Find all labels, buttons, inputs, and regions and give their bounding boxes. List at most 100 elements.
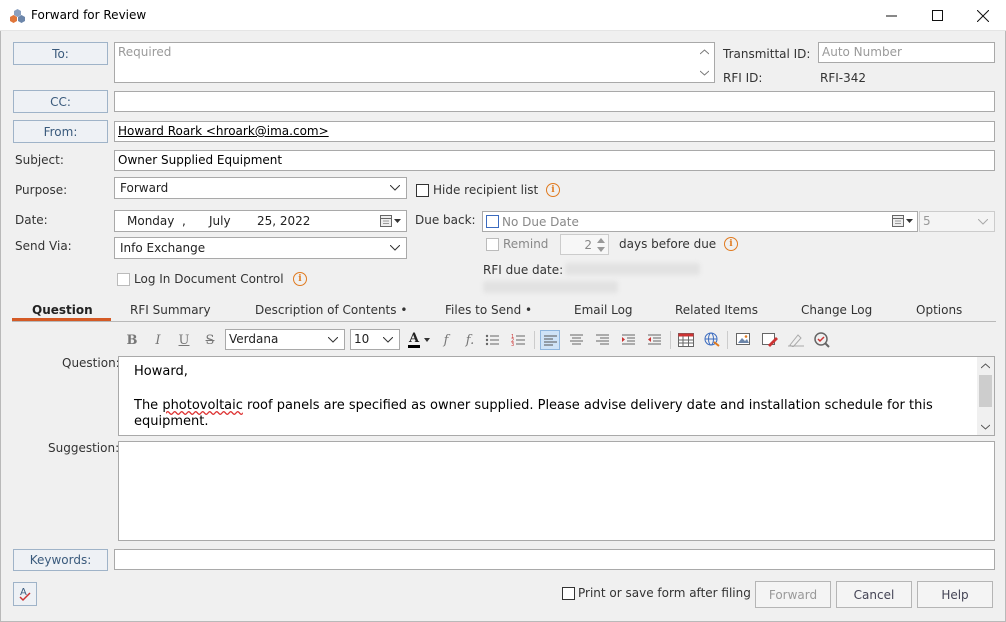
scroll-down-icon[interactable] [981, 424, 990, 430]
hide-recipient-checkbox[interactable] [416, 184, 429, 197]
suggestion-label: Suggestion: [48, 441, 120, 455]
cc-button[interactable]: CC: [13, 90, 108, 113]
tab-files-to-send[interactable]: Files to Send • [445, 303, 532, 317]
tab-rfi-summary[interactable]: RFI Summary [130, 303, 211, 317]
bullet-list-icon[interactable] [485, 333, 499, 347]
scroll-down-icon[interactable] [700, 70, 709, 76]
calendar-icon[interactable] [380, 215, 392, 227]
date-label: Date: [15, 213, 48, 227]
cancel-button[interactable]: Cancel [836, 581, 912, 608]
font-color-icon[interactable]: A [405, 331, 423, 349]
italic-icon[interactable]: I [149, 331, 167, 349]
print-save-checkbox[interactable] [562, 587, 575, 600]
date-weekday: Monday [127, 214, 175, 228]
purpose-value: Forward [120, 181, 169, 195]
info-icon[interactable]: i [546, 183, 560, 197]
calendar-icon[interactable] [892, 215, 904, 227]
from-field[interactable]: Howard Roark <hroark@ima.com> [114, 121, 995, 142]
tab-email-log[interactable]: Email Log [574, 303, 633, 317]
tab-options[interactable]: Options [916, 303, 962, 317]
tab-question[interactable]: Question [32, 303, 93, 317]
spell-check-icon: A [19, 587, 31, 602]
vertical-scrollbar[interactable] [977, 357, 994, 435]
question-line-2: The photovoltaic roof panels are specifi… [134, 398, 933, 413]
outdent-icon[interactable] [648, 334, 661, 345]
tab-related-items[interactable]: Related Items [675, 303, 758, 317]
purpose-label: Purpose: [15, 183, 68, 197]
align-center-icon[interactable] [570, 334, 583, 345]
align-left-button[interactable] [540, 330, 560, 350]
scrollbar-thumb[interactable] [979, 375, 992, 407]
font-size-select[interactable]: 10 [350, 329, 400, 350]
question-editor[interactable]: Howard, The photovoltaic roof panels are… [118, 356, 995, 436]
send-via-label: Send Via: [15, 239, 72, 253]
underline-icon[interactable]: U [175, 331, 193, 349]
due-back-checkbox[interactable] [486, 215, 499, 228]
from-button[interactable]: From: [13, 120, 108, 143]
edit-image-icon[interactable] [762, 333, 778, 347]
cc-field[interactable] [114, 91, 995, 112]
date-day-year: 25, 2022 [257, 214, 311, 228]
tab-description-of-contents[interactable]: Description of Contents • [255, 303, 407, 317]
suggestion-editor[interactable] [118, 441, 995, 541]
transmittal-id-field[interactable]: Auto Number [818, 42, 995, 63]
numbered-list-icon[interactable]: 123 [511, 333, 525, 347]
subject-field[interactable]: Owner Supplied Equipment [114, 150, 995, 171]
function-icon[interactable]: f [437, 331, 455, 349]
misspelled-word[interactable]: photovoltaic [162, 398, 243, 413]
close-button[interactable] [960, 0, 1006, 31]
date-comma: , [182, 214, 186, 228]
to-button[interactable]: To: [13, 42, 108, 65]
remind-days-spinner[interactable]: 2 [560, 234, 609, 255]
maximize-icon [931, 10, 943, 21]
strikethrough-icon[interactable]: S [201, 331, 219, 349]
caret-down-icon[interactable] [424, 338, 430, 342]
due-back-picker[interactable]: No Due Date [482, 211, 918, 232]
hyperlink-icon[interactable] [704, 332, 720, 348]
table-icon[interactable] [678, 333, 694, 347]
scroll-up-icon[interactable] [700, 49, 709, 55]
keywords-button[interactable]: Keywords: [13, 549, 108, 571]
send-via-select[interactable]: Info Exchange [114, 237, 407, 259]
remind-checkbox[interactable] [486, 238, 499, 251]
subject-label: Subject: [15, 153, 64, 167]
transmittal-id-label: Transmittal ID: [723, 47, 811, 61]
info-icon[interactable]: i [724, 237, 738, 251]
scroll-up-icon[interactable] [981, 363, 990, 369]
spin-up-icon[interactable] [597, 238, 605, 243]
blurred-date [483, 281, 618, 293]
forward-button[interactable]: Forward [755, 581, 831, 608]
font-family-select[interactable]: Verdana [225, 329, 345, 350]
chevron-down-icon [390, 185, 400, 191]
to-field[interactable]: Required [114, 42, 715, 83]
spell-check-button[interactable]: A [13, 582, 37, 606]
purpose-select[interactable]: Forward [114, 177, 407, 199]
date-picker[interactable]: Monday , July 25, 2022 [114, 210, 407, 232]
minimize-button[interactable] [868, 0, 914, 31]
align-right-icon[interactable] [596, 334, 609, 345]
caret-down-icon[interactable] [906, 219, 913, 224]
bold-icon[interactable]: B [123, 331, 141, 349]
tab-change-log[interactable]: Change Log [801, 303, 872, 317]
spell-check-icon[interactable] [814, 332, 830, 348]
from-value[interactable]: Howard Roark <hroark@ima.com> [118, 124, 329, 138]
info-icon[interactable]: i [293, 272, 307, 286]
title-bar: Forward for Review [0, 0, 1006, 31]
indent-icon[interactable] [622, 334, 635, 345]
svg-text:3: 3 [511, 342, 514, 347]
caret-down-icon[interactable] [394, 219, 401, 224]
formula-icon[interactable]: f. [461, 331, 479, 349]
toolbar-divider [534, 331, 535, 349]
spin-down-icon[interactable] [597, 247, 605, 252]
help-button[interactable]: Help [917, 581, 993, 608]
maximize-button[interactable] [914, 0, 960, 31]
due-days-select[interactable]: 5 [919, 211, 995, 232]
insert-image-icon[interactable] [736, 333, 752, 347]
log-document-control-checkbox[interactable] [117, 273, 130, 286]
minimize-icon [885, 15, 897, 17]
date-month: July [209, 214, 231, 228]
keywords-field[interactable] [114, 549, 995, 570]
question-line-1: Howard, [134, 364, 188, 379]
clear-format-icon[interactable] [788, 333, 804, 347]
align-left-icon [544, 335, 557, 346]
